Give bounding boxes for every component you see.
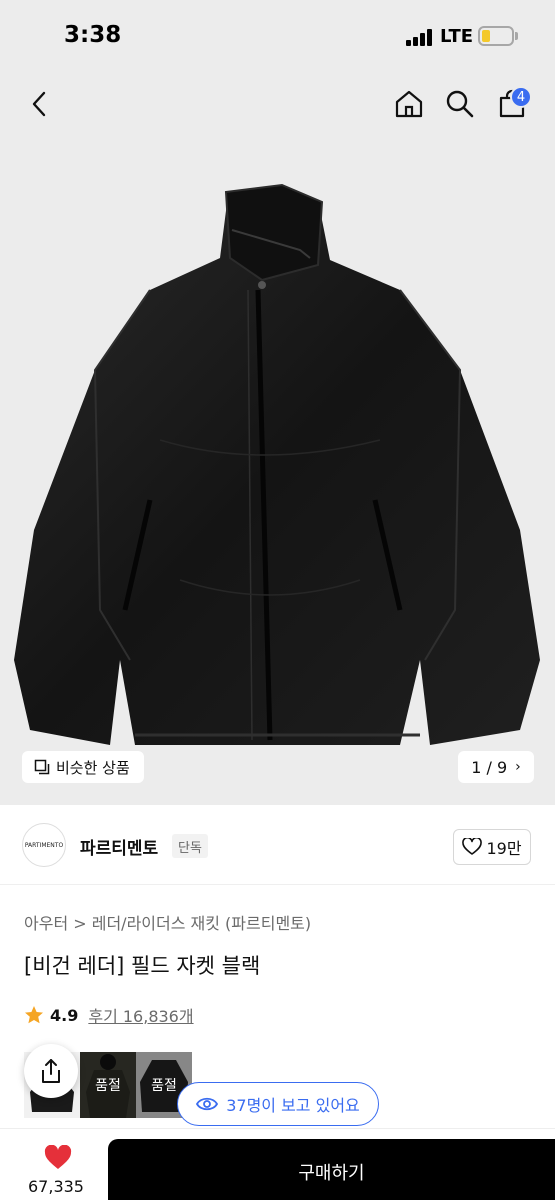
wishlist-count: 67,335: [28, 1177, 84, 1196]
battery-tip: [515, 32, 518, 40]
pager-label: 1 / 9: [471, 757, 508, 777]
battery-icon: [478, 26, 514, 46]
search-button[interactable]: [440, 84, 480, 124]
bottom-action-bar: 67,335 구매하기: [0, 1128, 555, 1200]
status-bar: 3:38 LTE: [0, 0, 555, 70]
home-button[interactable]: [389, 84, 429, 124]
reviews-link[interactable]: 후기 16,836개: [88, 1003, 193, 1027]
product-image-gallery[interactable]: 비슷한 상품 1 / 9 ›: [0, 140, 555, 805]
rating-value: 4.9: [50, 1005, 79, 1025]
similar-products-label: 비슷한 상품: [56, 758, 130, 777]
chevron-right-icon: ›: [515, 759, 521, 775]
soldout-label: 품절: [80, 1052, 136, 1118]
buy-button[interactable]: 구매하기: [108, 1139, 555, 1200]
image-pager[interactable]: 1 / 9 ›: [458, 751, 534, 783]
exclusive-tag: 단독: [172, 834, 208, 858]
brand-row: PARTIMENTO 파르티멘토 단독 19만: [0, 805, 555, 885]
heart-filled-icon: [44, 1145, 72, 1169]
jacket-product-image: [14, 183, 540, 745]
viewers-badge: 37명이 보고 있어요: [177, 1082, 379, 1126]
signal-icon: [406, 29, 436, 46]
eye-icon: [196, 1097, 219, 1111]
similar-icon: [34, 759, 50, 775]
brand-like-count: 19만: [486, 839, 522, 858]
product-title: [비건 레더] 필드 자켓 블랙: [24, 954, 261, 978]
heart-outline-icon: [462, 838, 483, 855]
network-label: LTE: [440, 26, 474, 47]
star-icon: [25, 1006, 43, 1024]
breadcrumb[interactable]: 아우터 > 레더/라이더스 재킷 (파르티멘토): [24, 910, 311, 934]
viewers-label: 37명이 보고 있어요: [226, 1096, 360, 1115]
share-button[interactable]: [24, 1044, 78, 1098]
brand-name[interactable]: 파르티멘토: [80, 834, 158, 859]
back-icon: [32, 91, 46, 117]
back-button[interactable]: [20, 84, 60, 124]
color-option-thumb[interactable]: 품절: [80, 1052, 136, 1118]
wishlist-button[interactable]: 67,335: [20, 1141, 96, 1197]
home-icon: [395, 90, 423, 118]
search-icon: [446, 90, 474, 118]
similar-products-button[interactable]: 비슷한 상품: [22, 751, 144, 783]
cart-count-badge: 4: [510, 86, 532, 108]
brand-logo[interactable]: PARTIMENTO: [22, 823, 66, 867]
brand-like-button[interactable]: 19만: [453, 829, 531, 865]
status-time: 3:38: [64, 22, 122, 48]
share-icon: [42, 1059, 60, 1083]
rating-row: 4.9 후기 16,836개: [24, 1003, 194, 1027]
top-nav: [0, 70, 555, 140]
